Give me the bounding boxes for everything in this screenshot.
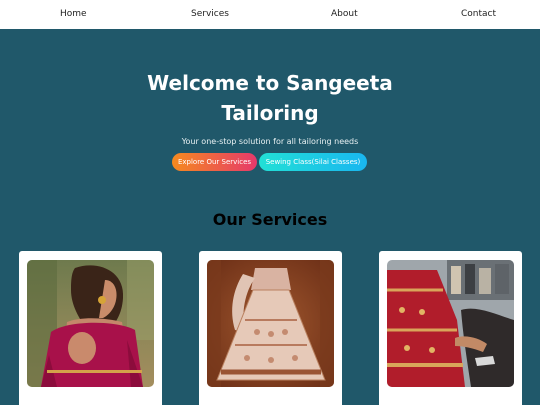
service-card-lehenga[interactable] xyxy=(199,251,342,405)
sewing-class-button[interactable]: Sewing Class(Silai Classes) xyxy=(259,153,367,171)
top-navigation: Home Services About Contact xyxy=(0,0,540,29)
services-heading: Our Services xyxy=(212,210,328,229)
hero-title: Welcome to Sangeeta Tailoring xyxy=(147,71,393,125)
nav-about-link[interactable]: About xyxy=(331,9,358,20)
hero-subtitle: Your one-stop solution for all tailoring… xyxy=(181,137,359,146)
bridal-stitching-photo xyxy=(387,260,514,387)
nav-contact-link[interactable]: Contact xyxy=(461,9,496,20)
nav-services-link[interactable]: Services xyxy=(191,9,229,20)
service-card-bridal[interactable] xyxy=(379,251,522,405)
service-card-blouse[interactable] xyxy=(19,251,162,405)
blouse-photo xyxy=(27,260,154,387)
explore-services-button[interactable]: Explore Our Services xyxy=(172,153,257,171)
nav-home-link[interactable]: Home xyxy=(60,9,87,20)
lehenga-photo xyxy=(207,260,334,387)
